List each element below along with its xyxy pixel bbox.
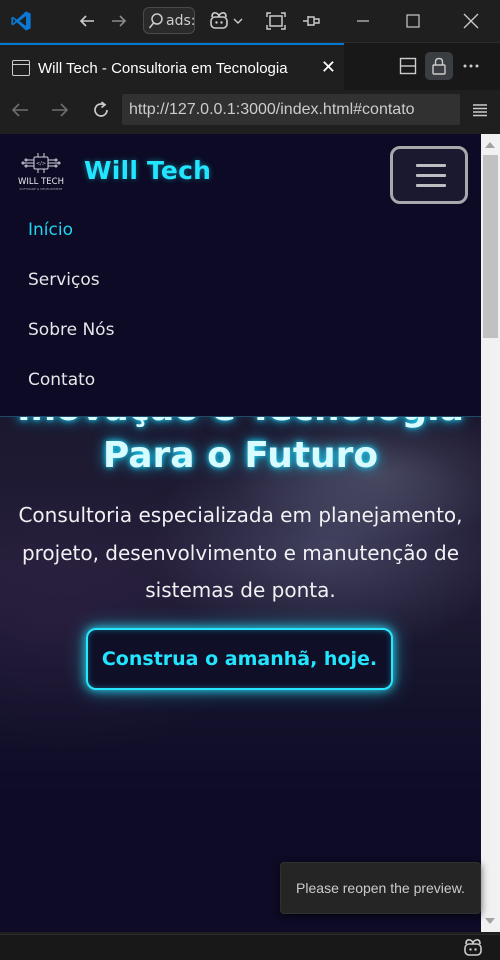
- hamburger-menu-icon[interactable]: [390, 146, 468, 204]
- site-header: </> WILL TECH SOFTWARE & DEVELOPMENT Wil…: [0, 134, 481, 417]
- preview-webview: Inovação e Tecnologia Para o Futuro Cons…: [0, 134, 481, 932]
- title-bar: ads:: [0, 0, 500, 42]
- more-actions-icon[interactable]: [457, 52, 485, 80]
- command-center-text: ads:: [166, 12, 195, 29]
- pin-icon[interactable]: [296, 6, 326, 36]
- browser-forward-icon[interactable]: [46, 96, 74, 124]
- nav-link-sobre-nos[interactable]: Sobre Nós: [28, 320, 114, 340]
- editor-tab-bar: Will Tech - Consultoria em Tecnologia ✕: [0, 42, 500, 91]
- hero-subtitle-line: projeto, desenvolvimento e manutenção de: [21, 540, 460, 565]
- svg-text:SOFTWARE & DEVELOPMENT: SOFTWARE & DEVELOPMENT: [19, 187, 62, 191]
- maximize-icon[interactable]: [388, 0, 438, 42]
- will-tech-logo[interactable]: </> WILL TECH SOFTWARE & DEVELOPMENT: [14, 152, 68, 196]
- forward-arrow-icon[interactable]: [104, 6, 134, 36]
- nav-link-inicio[interactable]: Início: [28, 220, 73, 240]
- webview-scrollbar[interactable]: [481, 134, 500, 932]
- cta-button[interactable]: Construa o amanhã, hoje.: [86, 628, 393, 690]
- url-input[interactable]: http://127.0.0.1:3000/index.html#contato: [122, 94, 460, 125]
- lock-icon[interactable]: [425, 52, 453, 80]
- browser-preview-icon: [12, 60, 30, 76]
- hero-subtitle-line: Consultoria especializada em planejament…: [18, 503, 463, 527]
- browser-toolbar: http://127.0.0.1:3000/index.html#contato: [0, 90, 500, 130]
- hero-title-line-2: Para o Futuro: [102, 435, 379, 476]
- scroll-thumb[interactable]: [483, 155, 498, 338]
- hero-subtitle: Consultoria especializada em planejament…: [10, 497, 471, 610]
- nav-link-contato[interactable]: Contato: [28, 370, 95, 390]
- svg-text:</>: </>: [36, 161, 46, 167]
- toggle-layout-icon[interactable]: [261, 6, 291, 36]
- tab-title: Will Tech - Consultoria em Tecnologia: [38, 59, 288, 77]
- hero-subtitle-line: sistemas de ponta.: [145, 578, 336, 602]
- menu-lines-icon[interactable]: [466, 96, 494, 124]
- split-editor-icon[interactable]: [394, 52, 422, 80]
- back-arrow-icon[interactable]: [72, 6, 102, 36]
- chevron-down-icon[interactable]: [230, 6, 246, 36]
- notification-toast: Please reopen the preview.: [280, 862, 481, 914]
- command-center[interactable]: ads:: [143, 7, 195, 34]
- copilot-icon[interactable]: [206, 6, 232, 36]
- search-icon: [148, 12, 164, 30]
- copilot-status-icon[interactable]: [462, 938, 484, 958]
- tab-close-icon[interactable]: ✕: [321, 57, 336, 78]
- reload-icon[interactable]: [87, 96, 115, 124]
- scroll-up-arrow-icon[interactable]: [485, 142, 495, 148]
- minimize-icon[interactable]: [338, 0, 388, 42]
- scroll-down-arrow-icon[interactable]: [485, 918, 495, 924]
- brand-name[interactable]: Will Tech: [84, 156, 211, 185]
- tab-will-tech-preview[interactable]: Will Tech - Consultoria em Tecnologia ✕: [0, 43, 344, 91]
- vscode-logo-icon[interactable]: [0, 0, 42, 42]
- svg-text:WILL TECH: WILL TECH: [18, 177, 64, 187]
- nav-link-servicos[interactable]: Serviços: [28, 270, 100, 290]
- browser-back-icon[interactable]: [6, 96, 34, 124]
- status-bar: [0, 934, 500, 960]
- close-window-icon[interactable]: [446, 0, 496, 42]
